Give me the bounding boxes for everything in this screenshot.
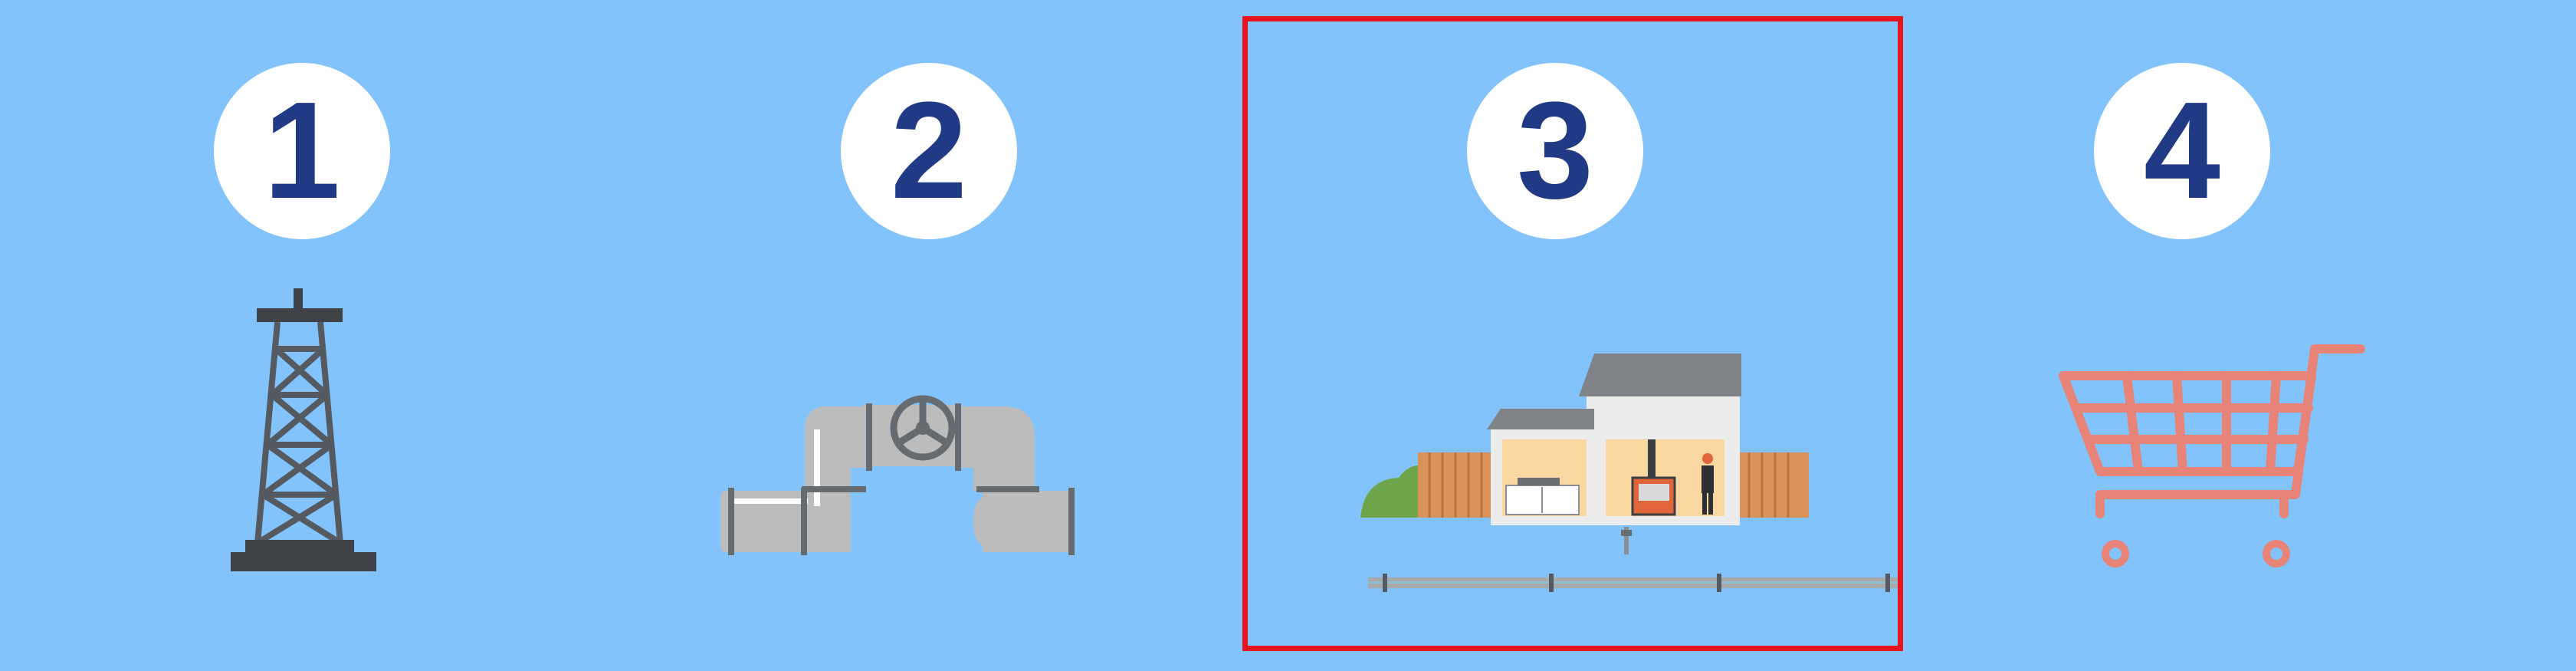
oil-derrick-icon (231, 288, 376, 571)
step-4-number-badge: 4 (2094, 63, 2270, 239)
step-2-number-badge: 2 (841, 63, 1017, 239)
step-4-number: 4 (2143, 74, 2221, 228)
step-1-number-badge: 1 (214, 63, 390, 239)
pipeline-valve-icon (720, 395, 1075, 555)
step-1-number: 1 (263, 74, 341, 228)
step-2-number: 2 (890, 74, 968, 228)
step-3-highlight-frame (1242, 16, 1903, 651)
shopping-cart-icon (2059, 344, 2365, 567)
